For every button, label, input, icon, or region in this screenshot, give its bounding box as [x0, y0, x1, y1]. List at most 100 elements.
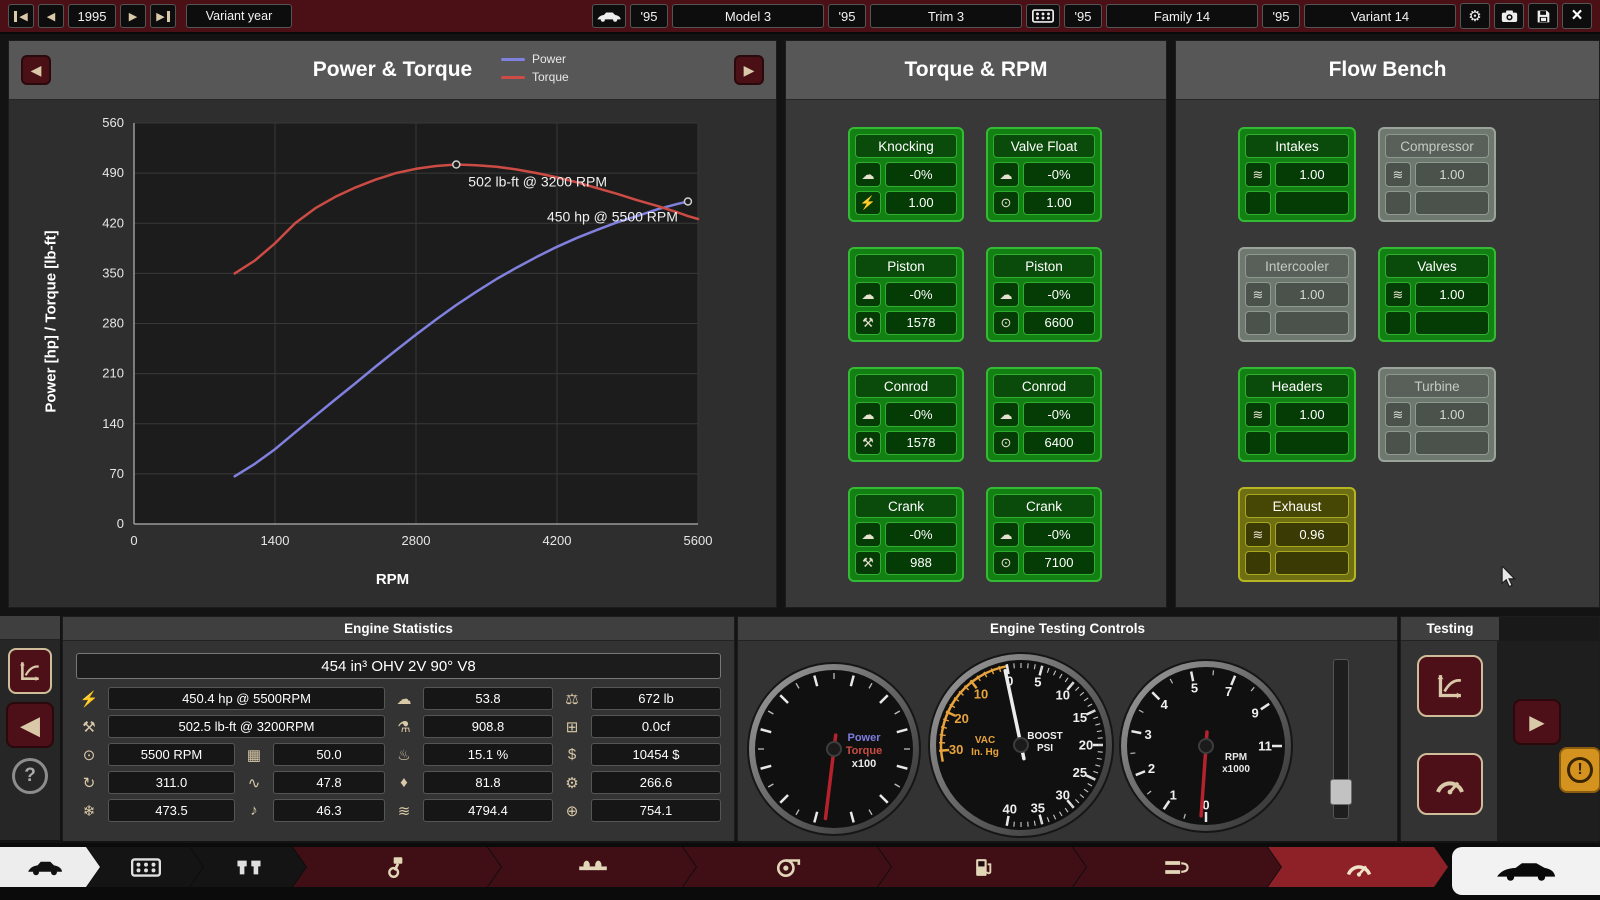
box-title: Conrod — [855, 374, 957, 399]
stat-service-value: 754.1 — [591, 799, 721, 822]
limit-value: 1.00 — [1023, 190, 1095, 215]
conrod-stress-box: Conrod ☁ -0% ⚒ 1578 — [848, 367, 964, 462]
tab-aspiration[interactable] — [683, 847, 891, 887]
next-variant-year-button[interactable]: ▶ — [120, 4, 146, 28]
knock-icon: ☁ — [993, 162, 1019, 187]
model-name-field[interactable]: Model 3 — [672, 4, 824, 28]
testing-header-stub — [1499, 617, 1599, 641]
valve-float-box: Valve Float ☁ -0% ⊙ 1.00 — [986, 127, 1102, 222]
stat-oil-value: 81.8 — [423, 771, 553, 794]
stat-crank-value: 311.0 — [108, 771, 235, 794]
gauge-view-button[interactable] — [1417, 753, 1483, 815]
help-icon: ? — [24, 765, 36, 786]
knock-icon: ☁ — [993, 402, 1019, 427]
stat-max-rpm-value: 5500 RPM — [108, 743, 235, 766]
stat-smoothness-value: 47.8 — [273, 771, 385, 794]
svg-text:2: 2 — [1148, 761, 1155, 776]
rpm-gauge-icon: ⊙ — [993, 550, 1019, 575]
family-name-field[interactable]: Family 14 — [1106, 4, 1258, 28]
bottom-left-rail: ◀ ? — [0, 616, 60, 840]
car-model-button[interactable] — [592, 4, 626, 28]
dyno-graph-button[interactable] — [1417, 655, 1483, 717]
turbine-box: Turbine ≋ 1.00 — [1378, 367, 1496, 462]
warnings-button[interactable]: ! — [1559, 747, 1600, 793]
svg-text:VAC: VAC — [975, 735, 995, 746]
throttle-slider-track[interactable] — [1330, 659, 1352, 819]
dyno-gauge-icon — [1345, 857, 1373, 878]
close-button[interactable]: × — [1562, 3, 1592, 29]
chart-prev-button[interactable]: ◀ — [21, 55, 51, 85]
trim-name-field[interactable]: Trim 3 — [870, 4, 1022, 28]
graph-view-button[interactable] — [8, 648, 52, 694]
boost-vacuum-gauge: 0 510152025303540102030VACIn. HgBOOSTPSI — [928, 652, 1114, 838]
box-title: Crank — [855, 494, 957, 519]
svg-text:35: 35 — [1031, 800, 1045, 815]
empty-cell — [1245, 190, 1271, 215]
limit-value: 1.00 — [885, 190, 957, 215]
svg-text:502 lb-ft @ 3200 RPM: 502 lb-ft @ 3200 RPM — [468, 174, 607, 190]
svg-text:560: 560 — [102, 115, 124, 130]
tab-exhaust[interactable] — [1073, 847, 1281, 887]
rpm-value: 7100 — [1023, 550, 1095, 575]
tab-bottom-end[interactable] — [293, 847, 501, 887]
variant-year-badge: '95 — [1262, 4, 1300, 28]
car-silhouette-icon — [1497, 862, 1555, 881]
settings-button[interactable]: ⚙ — [1460, 3, 1490, 29]
variant-year-label[interactable]: Variant year — [186, 4, 292, 28]
compressor-box: Compressor ≋ 1.00 — [1378, 127, 1496, 222]
box-title: Intakes — [1245, 134, 1349, 159]
gear-icon: ⚙ — [1468, 8, 1482, 25]
back-button[interactable]: ◀ — [6, 702, 54, 748]
screenshot-button[interactable] — [1494, 3, 1524, 29]
svg-text:4: 4 — [1161, 697, 1169, 712]
radiator-icon: ▦ — [246, 746, 262, 764]
tab-fuel-system[interactable] — [878, 847, 1086, 887]
variant-year-value[interactable]: 1995 — [68, 4, 116, 28]
stat-loudness-value: 46.3 — [273, 799, 385, 822]
torque-icon: ⚒ — [82, 718, 96, 736]
svg-text:25: 25 — [1073, 765, 1087, 780]
stress-value: 1578 — [885, 430, 957, 455]
tab-top-end[interactable] — [190, 847, 306, 887]
svg-text:350: 350 — [102, 265, 124, 280]
tab-valvetrain[interactable] — [488, 847, 696, 887]
chart-next-button[interactable]: ▶ — [734, 55, 764, 85]
empty-cell — [1245, 310, 1271, 335]
tab-testing[interactable] — [1268, 847, 1448, 887]
svg-text:20: 20 — [1079, 738, 1093, 753]
knock-icon: ☁ — [855, 282, 881, 307]
flow-value: 1.00 — [1415, 162, 1489, 187]
power-swatch — [501, 57, 525, 61]
throttle-slider-handle[interactable] — [1330, 779, 1352, 805]
empty-cell — [1275, 550, 1349, 575]
chart-y-axis-label: Power [hp] / Torque [lb-ft] — [42, 230, 60, 413]
help-button[interactable]: ? — [12, 758, 48, 794]
svg-text:15: 15 — [1073, 710, 1087, 725]
stress-value: 988 — [885, 550, 957, 575]
run-test-button[interactable]: ▶ — [1513, 699, 1561, 745]
prev-variant-year-button[interactable]: ◀ — [38, 4, 64, 28]
torque-rpm-title: Torque & RPM — [904, 58, 1048, 81]
flow-icon: ≋ — [1245, 402, 1271, 427]
knock-value: -0% — [1023, 162, 1095, 187]
tab-engine-family[interactable] — [87, 847, 203, 887]
car-preview-tab[interactable] — [1452, 847, 1600, 895]
first-variant-year-button[interactable]: ◀ — [8, 4, 34, 28]
knock-icon: ☁ — [993, 522, 1019, 547]
knocking-box: Knocking ☁ -0% ⚡ 1.00 — [848, 127, 964, 222]
fuel-mixture-icon: ⚗ — [397, 718, 411, 736]
cooling-icon: ❄ — [82, 802, 96, 820]
variant-name-field[interactable]: Variant 14 — [1304, 4, 1456, 28]
turbo-icon — [775, 856, 801, 878]
graph-axes-icon — [19, 662, 39, 682]
engine-family-button[interactable] — [1026, 4, 1060, 28]
stat-power-value: 450.4 hp @ 5500RPM — [108, 687, 385, 710]
last-variant-year-button[interactable]: ▶ — [150, 4, 176, 28]
box-title: Piston — [855, 254, 957, 279]
spark-icon: ⚡ — [855, 190, 881, 215]
knock-icon: ☁ — [855, 522, 881, 547]
tab-car[interactable] — [0, 847, 100, 887]
save-button[interactable] — [1528, 3, 1558, 29]
empty-cell — [1245, 550, 1271, 575]
production-icon: ⚙ — [565, 774, 579, 792]
